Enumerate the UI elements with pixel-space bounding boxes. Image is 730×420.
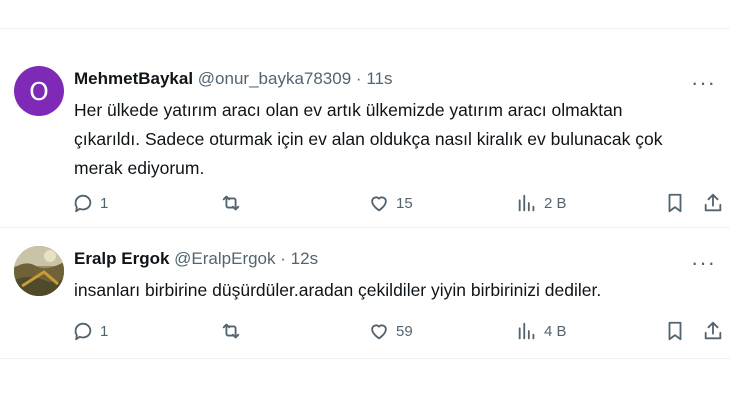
author-name[interactable]: Eralp Ergok: [74, 249, 169, 268]
like-button[interactable]: 15: [368, 188, 413, 218]
author-name[interactable]: MehmetBaykal: [74, 69, 193, 88]
retweet-button[interactable]: [220, 188, 242, 218]
views-chart-icon: [518, 194, 535, 212]
tweet-text-line: Her ülkede yatırım aracı olan ev artık ü…: [74, 100, 623, 120]
share-button[interactable]: [702, 188, 724, 218]
tweet-header: MehmetBaykal @onur_bayka78309 · 11s: [74, 69, 392, 89]
retweet-button[interactable]: [220, 316, 242, 346]
retweet-icon: [222, 323, 240, 339]
reply-count: 1: [100, 194, 109, 212]
author-handle[interactable]: @EralpErgok: [174, 249, 275, 268]
share-button[interactable]: [702, 316, 724, 346]
tweet-header: Eralp Ergok @EralpErgok · 12s: [74, 249, 318, 269]
avatar[interactable]: O: [14, 66, 64, 116]
tweet-text: Her ülkede yatırım aracı olan ev artık ü…: [74, 96, 714, 183]
like-button[interactable]: 59: [368, 316, 413, 346]
reply-button[interactable]: 1: [72, 188, 108, 218]
views-chart-icon: [518, 322, 535, 340]
author-handle[interactable]: @onur_bayka78309: [198, 69, 351, 88]
heart-icon: [371, 196, 387, 212]
reply-icon: [74, 194, 92, 213]
separator-dot: ·: [355, 69, 362, 88]
share-icon: [704, 193, 722, 212]
reply-button[interactable]: 1: [72, 316, 108, 346]
retweet-icon: [222, 195, 240, 211]
reply-icon: [74, 322, 92, 341]
avatar-letter: O: [29, 76, 49, 106]
bookmark-button[interactable]: [664, 188, 686, 218]
tweet-text: insanları birbirine düşürdüler.aradan çe…: [74, 276, 714, 305]
more-options-icon[interactable]: ···: [691, 252, 716, 274]
tweet-text-line: merak ediyorum.: [74, 158, 205, 178]
views-button[interactable]: 4 B: [516, 316, 567, 346]
separator-dot: ·: [280, 249, 286, 268]
heart-icon: [371, 324, 387, 340]
views-button[interactable]: 2 B: [516, 188, 567, 218]
tweet-actions: 1 15 2 B: [66, 188, 726, 218]
bookmark-button[interactable]: [664, 316, 686, 346]
timestamp[interactable]: 12s: [291, 249, 318, 268]
tweet[interactable]: Eralp Ergok @EralpErgok · 12s ··· insanl…: [0, 228, 730, 359]
avatar[interactable]: [14, 246, 64, 296]
timestamp[interactable]: 11s: [366, 69, 392, 88]
like-count: 15: [396, 194, 413, 212]
bookmark-icon: [668, 193, 682, 213]
views-count: 4 B: [544, 322, 567, 340]
more-options-icon[interactable]: ···: [691, 72, 716, 94]
bookmark-icon: [668, 321, 682, 341]
tweet-text-line: çıkarıldı. Sadece oturmak için ev alan o…: [74, 129, 663, 149]
tweet[interactable]: O MehmetBaykal @onur_bayka78309 · 11s ··…: [0, 50, 730, 228]
like-count: 59: [396, 322, 413, 340]
tweet-actions: 1 59 4 B: [66, 316, 726, 346]
reply-count: 1: [100, 322, 109, 340]
tweet-text-line: insanları birbirine düşürdüler.aradan çe…: [74, 280, 602, 300]
share-icon: [704, 321, 722, 340]
previous-tweet-bottom: [0, 0, 730, 29]
views-count: 2 B: [544, 194, 567, 212]
avatar-photo-image: [14, 246, 64, 296]
